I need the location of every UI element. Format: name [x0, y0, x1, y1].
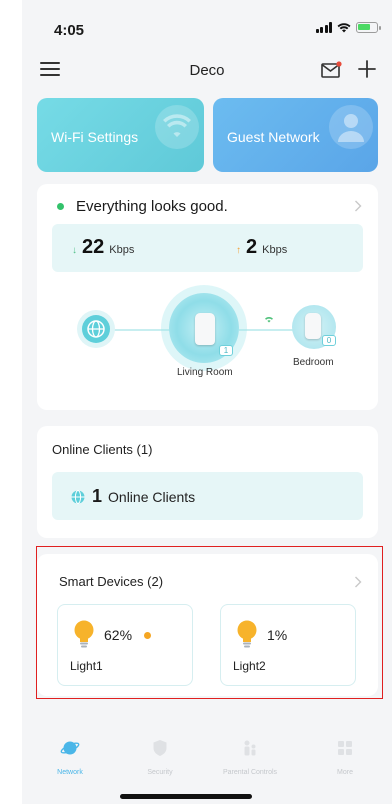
health-message: Everything looks good. [76, 198, 228, 215]
network-status-panel[interactable]: Everything looks good. ↓ 22 Kbps ↑ 2 Kbp… [37, 184, 378, 410]
light-bulb-icon [237, 620, 257, 648]
guest-network-label: Guest Network [227, 129, 320, 145]
wifi-icon [155, 105, 199, 149]
deco-device-icon [195, 313, 215, 345]
tab-more[interactable]: More [305, 738, 385, 776]
mesh-link-line [239, 329, 293, 331]
deco-device-icon [305, 313, 321, 339]
download-arrow-icon: ↓ [72, 245, 77, 256]
speed-summary: ↓ 22 Kbps ↑ 2 Kbps [52, 224, 363, 272]
internet-link-line [110, 329, 172, 331]
home-indicator [120, 794, 252, 799]
online-clients-label: Online Clients [108, 488, 196, 505]
upload-speed: ↑ 2 Kbps [236, 236, 287, 259]
smart-device-card[interactable]: 62% Light1 [57, 604, 193, 686]
network-planet-icon [60, 741, 80, 755]
upload-unit: Kbps [262, 244, 288, 256]
network-topology: 1 0 Living Room Bedroom [37, 279, 378, 389]
tab-parental-controls[interactable]: Parental Controls [210, 738, 290, 776]
tab-label: Parental Controls [222, 769, 278, 776]
guest-user-icon [329, 105, 373, 149]
wireless-link-icon [265, 317, 273, 323]
battery-icon [356, 22, 381, 33]
grid-icon [338, 741, 352, 755]
wifi-settings-label: Wi-Fi Settings [51, 129, 139, 145]
cellular-signal-icon [315, 22, 332, 33]
chevron-right-icon[interactable] [354, 576, 362, 588]
light-brightness: 62% [104, 627, 133, 643]
upload-value: 2 [246, 236, 258, 258]
app-header: Deco [22, 50, 392, 94]
main-node-name: Living Room [177, 367, 233, 378]
light-bulb-icon [74, 620, 94, 648]
update-dot [144, 632, 151, 639]
family-icon [244, 740, 256, 756]
tab-label: Security [147, 769, 173, 776]
status-dot [57, 203, 64, 210]
satellite-deco-node[interactable]: 0 [292, 305, 336, 349]
wifi-status-icon [337, 23, 351, 33]
online-clients-count: 1 [92, 486, 103, 506]
online-clients-summary[interactable]: 1 Online Clients [52, 472, 363, 520]
upload-arrow-icon: ↑ [236, 245, 241, 256]
tab-network[interactable]: Network [30, 738, 110, 776]
download-speed: ↓ 22 Kbps [72, 236, 134, 259]
tab-label: More [337, 769, 353, 776]
satellite-node-client-badge: 0 [322, 335, 336, 346]
tab-security[interactable]: Security [120, 738, 200, 776]
globe-icon [71, 489, 85, 504]
wifi-settings-card[interactable]: Wi-Fi Settings [37, 98, 204, 172]
shield-icon [153, 740, 167, 756]
guest-network-card[interactable]: Guest Network [213, 98, 378, 172]
online-clients-panel[interactable]: Online Clients (1) 1 Online Clients [37, 426, 378, 538]
network-health: Everything looks good. [57, 198, 228, 215]
main-node-client-badge: 1 [219, 345, 233, 356]
smart-devices-panel[interactable]: Smart Devices (2) 62% Light1 1% Light2 [37, 554, 378, 696]
add-icon[interactable] [356, 58, 378, 80]
tab-label: Network [57, 769, 83, 776]
mail-icon[interactable] [320, 60, 342, 80]
light-brightness: 1% [267, 627, 288, 643]
online-clients-title: Online Clients (1) [52, 442, 153, 457]
download-unit: Kbps [109, 244, 135, 256]
light-name: Light2 [233, 659, 266, 673]
smart-devices-title: Smart Devices (2) [59, 574, 164, 589]
download-value: 22 [82, 236, 105, 258]
status-bar: 4:05 [22, 0, 392, 50]
main-deco-node[interactable]: 1 [169, 293, 239, 363]
status-time: 4:05 [54, 22, 85, 39]
light-name: Light1 [70, 659, 103, 673]
status-icons [315, 22, 381, 33]
internet-globe-icon[interactable] [82, 315, 110, 343]
app-screen: 4:05 Deco Wi-Fi Settings Guest Network E… [22, 0, 392, 804]
chevron-right-icon[interactable] [354, 200, 362, 212]
satellite-node-name: Bedroom [293, 357, 334, 368]
smart-device-card[interactable]: 1% Light2 [220, 604, 356, 686]
